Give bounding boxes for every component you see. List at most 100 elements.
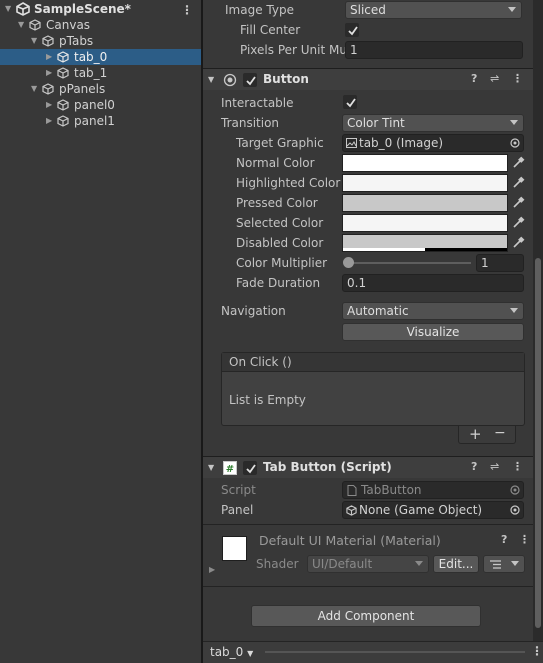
pressed-color-swatch[interactable] [342,194,508,212]
checkmark-icon [346,98,356,108]
script-value: TabButton [361,483,422,497]
scene-menu-kebab-icon[interactable]: ⋮ [181,2,193,18]
hierarchy-item-panel1[interactable]: ▶ panel1 [0,113,201,129]
material-foldout-arrow-icon[interactable]: ▶ [209,565,215,574]
list-icon [490,560,501,569]
object-picker-icon [510,485,520,495]
component-menu-kebab-icon[interactable]: ⋮ [512,72,523,85]
button-enabled-checkbox[interactable] [243,73,257,87]
fill-center-checkbox[interactable] [345,23,359,37]
target-graphic-field[interactable]: tab_0 (Image) [342,134,524,152]
selected-color-swatch[interactable] [342,214,508,232]
tab-button-enabled-checkbox[interactable] [243,461,257,475]
eyedropper-icon[interactable] [510,215,526,231]
help-icon[interactable]: ? [471,72,477,85]
hierarchy-item-label: tab_1 [74,66,108,80]
dropdown-caret-icon: ▼ [247,649,254,658]
dropdown-caret-icon [508,7,516,12]
hierarchy-item-tab1[interactable]: ▶ tab_1 [0,65,201,81]
navigation-label: Navigation [221,304,286,318]
transition-dropdown[interactable]: Color Tint [342,114,524,132]
footer-menu-kebab-icon[interactable]: ⋮ [531,644,543,658]
hierarchy-scene-row[interactable]: ▼ SampleScene* ⋮ [0,1,201,17]
expand-arrow-icon[interactable]: ▼ [18,17,24,33]
panel-value: None (Game Object) [359,503,483,517]
object-picker-icon[interactable] [510,505,520,515]
navigation-value: Automatic [347,304,409,318]
hierarchy-item-tab0[interactable]: ▶ tab_0 [0,49,201,65]
component-menu-kebab-icon[interactable]: ⋮ [512,460,523,473]
foldout-arrow-icon[interactable]: ▼ [208,463,214,472]
onclick-event-box: On Click () List is Empty [221,352,525,426]
expand-arrow-icon[interactable]: ▼ [31,81,37,97]
target-graphic-label: Target Graphic [236,136,324,150]
collapse-arrow-icon[interactable]: ▶ [46,113,52,129]
material-menu-kebab-icon[interactable]: ⋮ [519,533,530,546]
script-field: TabButton [342,481,524,499]
inspector-footer: tab_0 ▼ ⋮ [203,641,543,663]
image-type-dropdown[interactable]: Sliced [345,1,522,19]
gameobject-cube-icon [42,83,54,95]
gameobject-cube-icon [346,505,357,516]
help-icon[interactable]: ? [501,533,507,546]
collapse-arrow-icon[interactable]: ▶ [46,97,52,113]
hierarchy-item-ptabs[interactable]: ▼ pTabs [0,33,201,49]
add-event-button[interactable]: + [469,425,482,443]
edit-shader-button[interactable]: Edit... [433,555,479,573]
selected-object-dropdown[interactable]: tab_0 ▼ [210,645,253,659]
dropdown-caret-icon [511,561,519,566]
pixels-per-unit-field[interactable]: 1 [345,41,523,59]
eyedropper-icon[interactable] [510,235,526,251]
csharp-script-icon: # [223,461,237,475]
navigation-dropdown[interactable]: Automatic [342,302,524,320]
shader-list-dropdown[interactable] [483,555,525,573]
eyedropper-icon[interactable] [510,175,526,191]
normal-color-swatch[interactable] [342,154,508,172]
hierarchy-item-label: panel0 [74,98,115,112]
hierarchy-item-label: panel1 [74,114,115,128]
expand-arrow-icon[interactable]: ▼ [5,1,11,17]
image-asset-icon [346,138,357,148]
svg-text:#: # [226,464,234,475]
panel-label: Panel [221,503,254,517]
presets-sliders-icon[interactable]: ⇌ [490,460,499,473]
footer-drag-handle[interactable] [265,651,525,653]
tab-button-component-header[interactable]: ▼ # Tab Button (Script) ? ⇌ ⋮ [203,456,537,478]
gameobject-cube-icon [57,67,69,79]
help-icon[interactable]: ? [471,460,477,473]
collapse-arrow-icon[interactable]: ▶ [46,65,52,81]
material-preview-swatch [222,536,247,561]
dropdown-caret-icon [415,561,423,566]
hierarchy-item-ppanels[interactable]: ▼ pPanels [0,81,201,97]
disabled-color-swatch[interactable] [342,234,508,252]
shader-value: UI/Default [312,557,373,571]
hierarchy-item-label: pPanels [59,82,106,96]
color-multiplier-slider-track[interactable] [346,262,471,264]
presets-sliders-icon[interactable]: ⇌ [490,72,499,85]
image-type-value: Sliced [350,3,386,17]
interactable-checkbox[interactable] [343,95,357,109]
panel-field[interactable]: None (Game Object) [342,501,524,519]
foldout-arrow-icon[interactable]: ▼ [208,75,214,84]
button-component-header[interactable]: ▼ Button ? ⇌ ⋮ [203,68,537,90]
object-picker-icon[interactable] [510,138,520,148]
highlighted-color-swatch[interactable] [342,174,508,192]
expand-arrow-icon[interactable]: ▼ [31,33,37,49]
eyedropper-icon[interactable] [510,155,526,171]
visualize-button[interactable]: Visualize [342,323,524,341]
remove-event-button[interactable]: − [494,425,506,441]
collapse-arrow-icon[interactable]: ▶ [46,49,52,65]
hierarchy-item-panel0[interactable]: ▶ panel0 [0,97,201,113]
inspector-scrollbar-thumb[interactable] [535,258,541,628]
hierarchy-item-canvas[interactable]: ▼ Canvas [0,17,201,33]
hierarchy-item-label: Canvas [46,18,91,32]
color-multiplier-slider-thumb[interactable] [343,257,354,268]
gameobject-cube-icon [57,99,69,111]
eyedropper-icon[interactable] [510,195,526,211]
onclick-title: On Click () [229,355,292,369]
selected-color-label: Selected Color [236,216,324,230]
color-multiplier-field[interactable]: 1 [476,254,524,272]
onclick-empty-text: List is Empty [229,393,306,407]
add-component-button[interactable]: Add Component [251,605,481,627]
fade-duration-field[interactable]: 0.1 [342,274,524,292]
